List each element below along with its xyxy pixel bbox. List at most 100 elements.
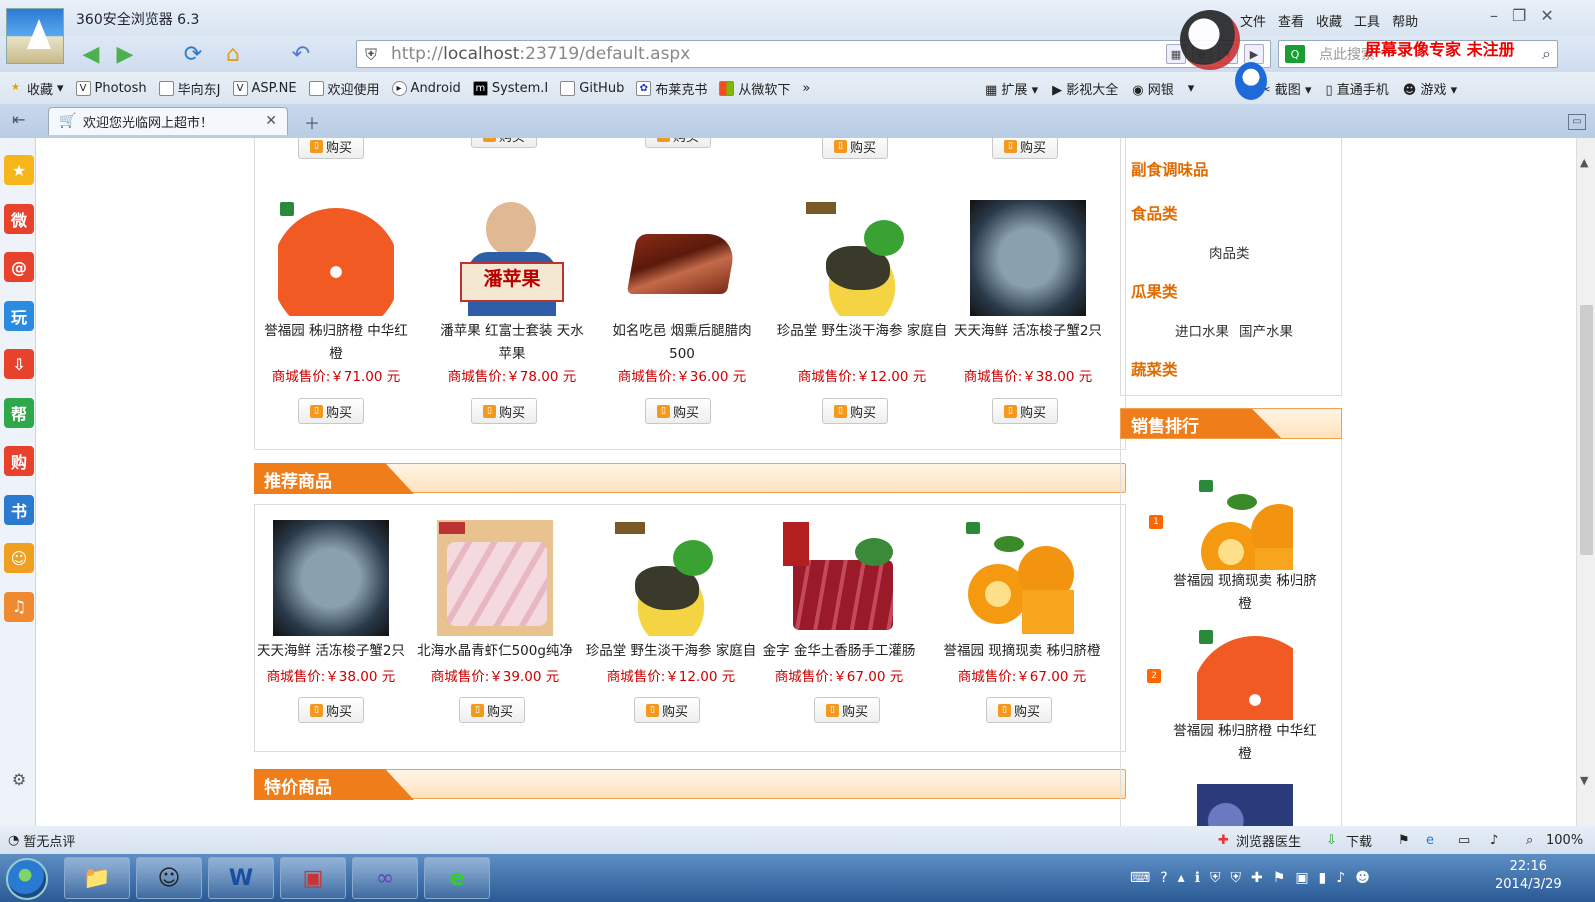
visualstudio-taskbar-icon[interactable]: ∞	[352, 857, 418, 899]
product-image[interactable]	[273, 520, 389, 636]
menu-help[interactable]: 帮助	[1392, 11, 1418, 30]
ranking-item[interactable]	[1170, 784, 1320, 826]
vertical-scrollbar[interactable]: ▲ ▼	[1576, 138, 1595, 826]
keyboard-icon[interactable]: ⌨	[1130, 870, 1150, 886]
volume-icon[interactable]: ♪	[1490, 833, 1498, 848]
toolbar-video-button[interactable]: ▶ 影视大全	[1052, 79, 1118, 98]
product-image[interactable]	[804, 200, 920, 316]
buy-button[interactable]: ▯购买	[822, 398, 888, 424]
subcategory-domestic-fruit[interactable]: 国产水果	[1239, 320, 1293, 340]
product-name[interactable]: 誉福园 现摘现卖 秭归脐橙	[934, 640, 1110, 662]
product-image[interactable]	[613, 520, 729, 636]
product-name[interactable]: 天天海鲜 活冻梭子蟹2只	[252, 640, 410, 662]
network-icon[interactable]: ▮	[1319, 870, 1327, 886]
tab-close-icon[interactable]: ✕	[265, 113, 277, 129]
bookmark-welcome[interactable]: 欢迎使用	[308, 79, 380, 98]
recorder-taskbar-icon[interactable]: ☺	[136, 857, 202, 899]
go-icon[interactable]: ▶	[1244, 44, 1264, 64]
buy-button[interactable]: ▯购买	[634, 697, 700, 723]
bookmarks-more[interactable]: »	[802, 81, 810, 96]
download-icon[interactable]: ⇩	[4, 349, 34, 379]
product-name[interactable]: 誉福园 秭归脐橙 中华红橙	[262, 320, 410, 362]
bookmark-android[interactable]: ▸ Android	[391, 80, 461, 96]
toolbar-screenshot-button[interactable]: ✂ 截图 ▾	[1260, 79, 1312, 98]
sidebar-toggle-icon[interactable]: ⇤	[12, 110, 25, 129]
weibo-icon[interactable]: 微	[4, 203, 34, 234]
ranking-name[interactable]: 誉福园 现摘现卖 秭归脐橙	[1170, 570, 1320, 616]
shield-icon[interactable]: ⛨	[1210, 870, 1221, 886]
menu-favorites[interactable]: 收藏	[1316, 11, 1342, 30]
shop-icon[interactable]: 购	[4, 446, 34, 476]
security-icon[interactable]: ⛨	[1231, 870, 1242, 886]
ranking-item[interactable]: 誉福园 秭归脐橙 中华红橙	[1170, 628, 1320, 766]
menu-tools[interactable]: 工具	[1354, 11, 1380, 30]
subcategory-imported-fruit[interactable]: 进口水果	[1175, 320, 1229, 340]
browser-taskbar-icon[interactable]: e	[424, 857, 490, 899]
ranking-item[interactable]: 誉福园 现摘现卖 秭归脐橙	[1170, 478, 1320, 616]
status-review[interactable]: 暂无点评	[23, 831, 75, 850]
product-image[interactable]	[437, 520, 553, 636]
product-name[interactable]: 潘苹果 红富士套装 天水苹果	[438, 320, 586, 362]
product-image[interactable]: 潘苹果	[454, 200, 570, 316]
category-vegetable[interactable]: 蔬菜类	[1131, 358, 1178, 380]
mail-icon[interactable]: @	[4, 252, 34, 282]
product-image[interactable]	[624, 200, 740, 316]
buy-button[interactable]: ▯购买	[992, 398, 1058, 424]
search-icon[interactable]: ⌕	[1542, 44, 1551, 64]
undo-icon[interactable]: ↶	[288, 42, 314, 67]
product-image[interactable]	[970, 200, 1086, 316]
product-name[interactable]: 北海水晶青虾仁500g纯净	[416, 640, 574, 662]
zoom-level[interactable]: 100%	[1546, 833, 1583, 848]
device-icon[interactable]: ▣	[1295, 870, 1308, 886]
buy-button[interactable]: ▯购买	[986, 697, 1052, 723]
tray-expand-icon[interactable]: ▴	[1178, 870, 1185, 886]
flag-icon[interactable]: ⚑	[1273, 870, 1286, 886]
powerpoint-taskbar-icon[interactable]: ▣	[280, 857, 346, 899]
smile-icon[interactable]: ☺	[4, 543, 34, 573]
product-name[interactable]: 天天海鲜 活冻梭子蟹2只	[954, 320, 1102, 362]
scroll-thumb[interactable]	[1580, 305, 1593, 555]
bookmark-blake[interactable]: ✿ 布莱克书	[636, 79, 707, 98]
category-food[interactable]: 食品类	[1131, 202, 1178, 224]
category-seasoning[interactable]: 副食调味品	[1131, 158, 1209, 180]
download-button[interactable]: 下载	[1346, 831, 1372, 850]
product-name[interactable]: 珍品堂 野生淡干海参 家庭自	[580, 640, 762, 662]
volume-icon[interactable]: ♪	[1336, 870, 1345, 886]
plus-icon[interactable]: ✚	[1251, 870, 1263, 886]
tab-list-icon[interactable]: ▭	[1568, 114, 1586, 130]
info-icon[interactable]: ℹ	[1195, 870, 1200, 886]
scroll-up-icon[interactable]: ▲	[1580, 156, 1588, 169]
bookmark-microsoft[interactable]: 从微软下	[719, 79, 790, 98]
buy-button[interactable]: ▯购买	[298, 697, 364, 723]
search-engine-icon[interactable]: Q	[1285, 45, 1305, 63]
flag-icon[interactable]: ⚑	[1398, 833, 1410, 848]
book-icon[interactable]: 书	[4, 494, 34, 525]
home-icon[interactable]: ⌂	[220, 42, 246, 67]
bookmark-system[interactable]: m System.I	[472, 80, 548, 96]
product-name[interactable]: 如名吃邑 烟熏后腿腊肉500	[602, 320, 762, 362]
toolbar-extensions-button[interactable]: ▦ 扩展 ▾	[985, 79, 1038, 98]
toolbar-bank-button[interactable]: ◉ 网银	[1132, 79, 1174, 98]
buy-button[interactable]: ▯购买	[814, 697, 880, 723]
music-icon[interactable]: ♫	[4, 591, 34, 622]
ranking-image[interactable]	[1197, 478, 1293, 570]
buy-button[interactable]: ▯购买	[471, 398, 537, 424]
bookmark-aspnet[interactable]: V ASP.NE	[232, 80, 297, 96]
tab-active[interactable]: 🛒 欢迎您光临网上超市！ ✕	[48, 107, 288, 135]
help-icon[interactable]: ?	[1160, 870, 1167, 886]
ranking-image[interactable]	[1197, 628, 1293, 720]
ranking-image[interactable]	[1197, 784, 1293, 826]
buy-button[interactable]: ▯购买	[298, 398, 364, 424]
toolbar-phone-button[interactable]: ▯ 直通手机	[1325, 79, 1388, 98]
play-icon[interactable]: 玩	[4, 300, 34, 331]
bookmark-bixiangdong[interactable]: 毕向东J	[158, 79, 221, 98]
product-image[interactable]	[964, 520, 1080, 636]
product-name[interactable]: 珍品堂 野生淡干海参 家庭自	[772, 320, 952, 362]
help-icon[interactable]: 帮	[4, 397, 34, 428]
forward-icon[interactable]: ▶	[112, 42, 138, 67]
menu-file[interactable]: 文件	[1240, 11, 1266, 30]
window-icon[interactable]: ▭	[1458, 833, 1470, 848]
clock[interactable]: 22:16 2014/3/29	[1495, 858, 1562, 894]
product-image[interactable]	[781, 520, 897, 636]
explorer-taskbar-icon[interactable]: 📁	[64, 857, 130, 899]
